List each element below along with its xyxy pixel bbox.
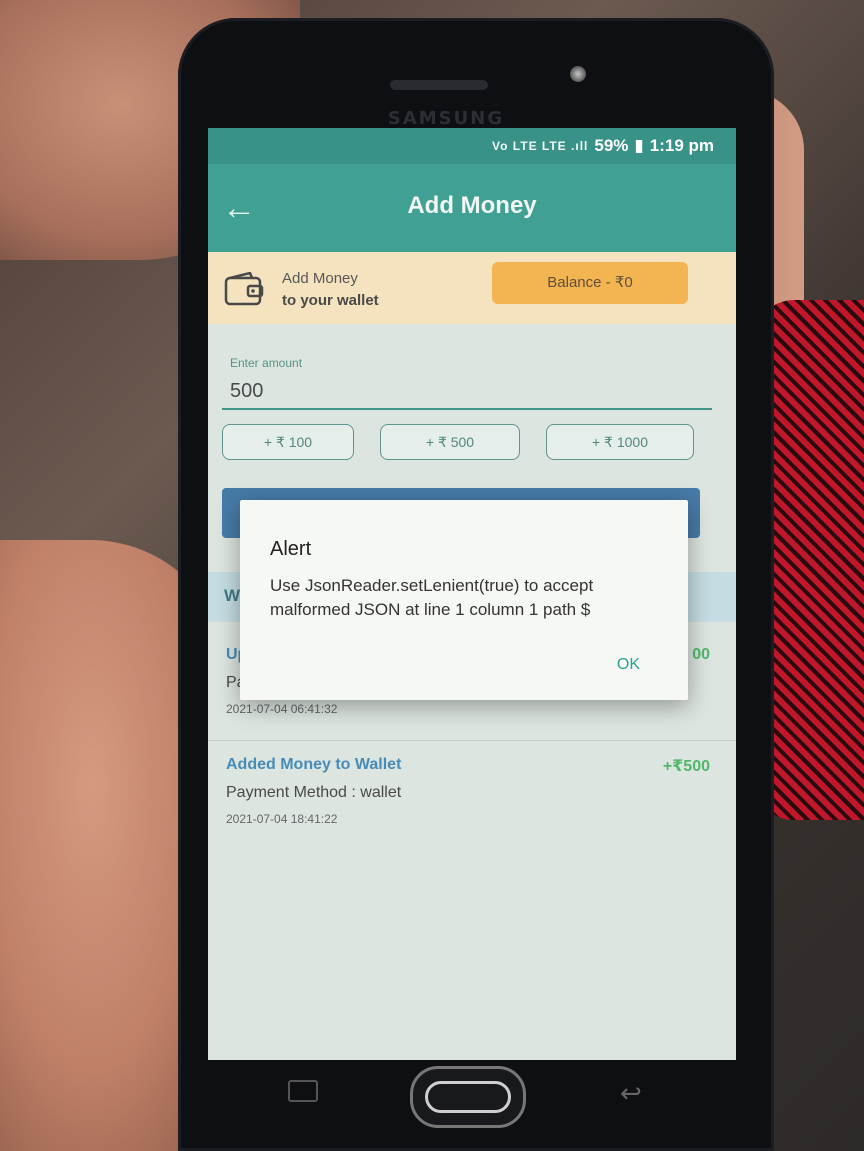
home-button-inner: [425, 1081, 511, 1113]
earpiece-speaker: [390, 80, 488, 90]
home-button[interactable]: [410, 1066, 526, 1128]
front-camera-icon: [570, 66, 586, 82]
dialog-message: Use JsonReader.setLenient(true) to accep…: [270, 576, 594, 619]
recent-apps-key-icon[interactable]: [288, 1080, 318, 1102]
phone-screen: Vo LTE LTE .ıll 59% ▮ 1:19 pm ← Add Mone…: [208, 128, 736, 1060]
ok-button[interactable]: OK: [609, 652, 648, 678]
alert-dialog: Alert Use JsonReader.setLenient(true) to…: [240, 500, 688, 700]
device-brand: SAMSUNG: [387, 108, 505, 129]
back-key-icon[interactable]: ↩: [620, 1078, 642, 1109]
dialog-title: Alert: [270, 538, 312, 560]
